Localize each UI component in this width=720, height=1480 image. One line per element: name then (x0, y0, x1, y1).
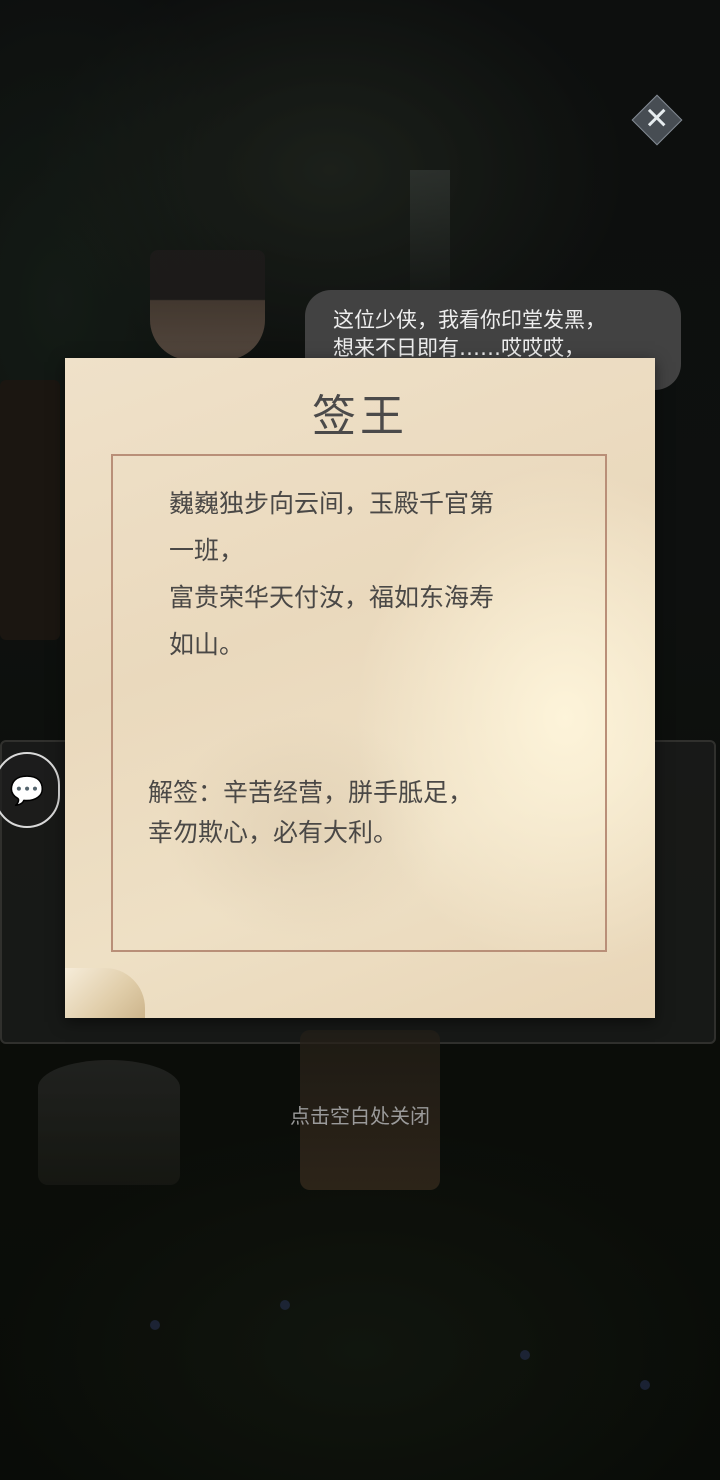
fortune-title: 签王 (312, 391, 408, 442)
speech-line: 这位少侠，我看你印堂发黑， (333, 308, 606, 332)
chat-button[interactable]: 💬 (0, 752, 60, 828)
chat-bubble-icon: 💬 (9, 773, 45, 807)
fortune-slip-card: 签王 巍巍独步向云间，玉殿千官第 一班， 富贵荣华天付汝，福如东海寿 如山。 解… (65, 358, 655, 1018)
poem-line: 一班， (169, 536, 245, 565)
interpretation-line: 解签：辛苦经营，胼手胝足， (148, 778, 474, 807)
poem-line: 如山。 (169, 630, 245, 659)
poem-line: 巍巍独步向云间，玉殿千官第 (169, 489, 495, 518)
close-icon: ✕ (631, 94, 683, 146)
paper-curl (65, 968, 145, 1018)
fortune-poem: 巍巍独步向云间，玉殿千官第 一班， 富贵荣华天付汝，福如东海寿 如山。 (169, 480, 561, 668)
interpretation-line: 幸勿欺心，必有大利。 (148, 818, 399, 847)
fortune-interpretation: 解签：辛苦经营，胼手胝足， 幸勿欺心，必有大利。 (148, 773, 568, 853)
poem-line: 富贵荣华天付汝，福如东海寿 (169, 583, 495, 612)
close-button[interactable]: ✕ (625, 92, 689, 148)
close-hint: 点击空白处关闭 (290, 1104, 430, 1128)
